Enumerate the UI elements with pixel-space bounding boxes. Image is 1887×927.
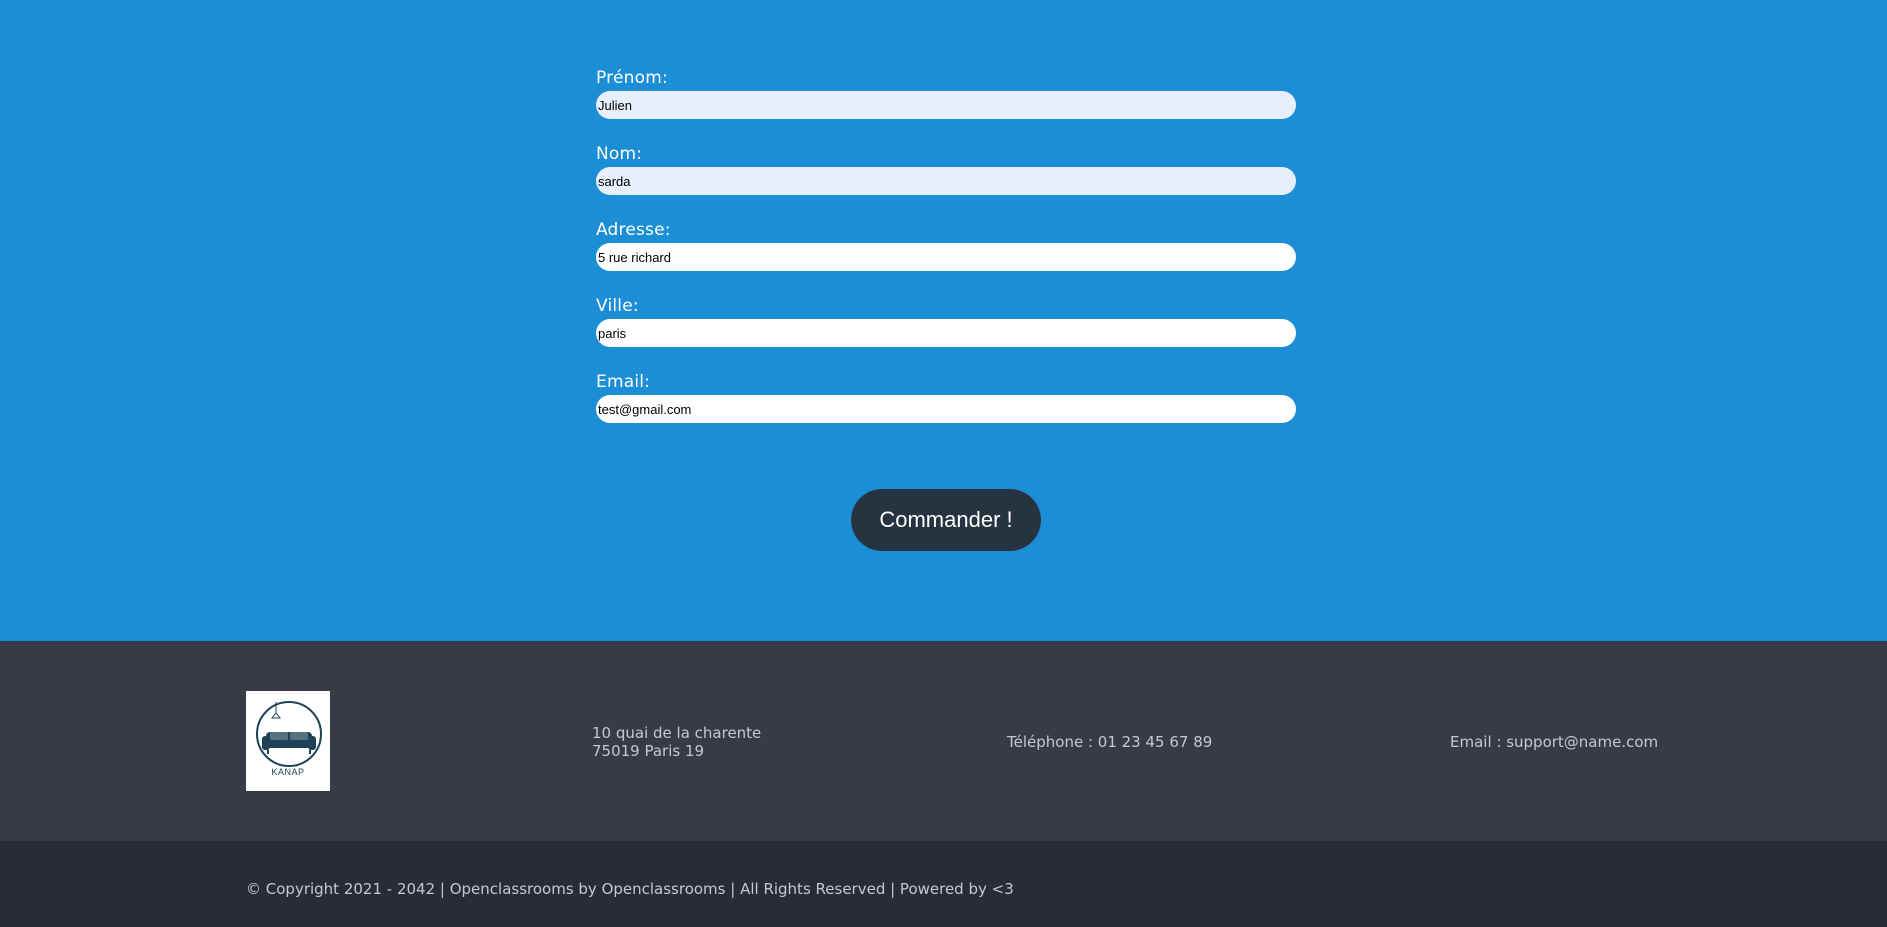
address-input[interactable] bbox=[596, 243, 1296, 271]
email-field: Email: bbox=[596, 372, 1296, 448]
last-name-label: Nom: bbox=[596, 144, 643, 164]
copyright-text: © Copyright 2021 - 2042 | Openclassrooms… bbox=[246, 880, 1014, 898]
footer-phone: Téléphone : 01 23 45 67 89 bbox=[1007, 733, 1213, 751]
kanap-logo: KANAP bbox=[246, 691, 330, 791]
address-label: Adresse: bbox=[596, 220, 671, 240]
logo-text: KANAP bbox=[271, 767, 305, 777]
sofa-lamp-icon bbox=[256, 701, 322, 767]
footer: KANAP 10 quai de la charente 75019 Paris… bbox=[0, 641, 1887, 841]
address-field: Adresse: bbox=[596, 220, 1296, 296]
footer-email: Email : support@name.com bbox=[1450, 733, 1659, 751]
address-line-2: 75019 Paris 19 bbox=[592, 742, 705, 760]
order-section: Prénom: Nom: Adresse: Ville: Email: Comm… bbox=[0, 0, 1887, 641]
email-input[interactable] bbox=[596, 395, 1296, 423]
first-name-label: Prénom: bbox=[596, 68, 668, 88]
last-name-input[interactable] bbox=[596, 167, 1296, 195]
footer-address: 10 quai de la charente 75019 Paris 19 bbox=[592, 724, 761, 760]
first-name-field: Prénom: bbox=[596, 68, 1296, 144]
footer-bottom: © Copyright 2021 - 2042 | Openclassrooms… bbox=[0, 841, 1887, 927]
city-field: Ville: bbox=[596, 296, 1296, 372]
order-form: Prénom: Nom: Adresse: Ville: Email: bbox=[596, 68, 1296, 448]
address-line-1: 10 quai de la charente bbox=[592, 724, 762, 742]
city-label: Ville: bbox=[596, 296, 639, 316]
last-name-field: Nom: bbox=[596, 144, 1296, 220]
first-name-input[interactable] bbox=[596, 91, 1296, 119]
city-input[interactable] bbox=[596, 319, 1296, 347]
email-label: Email: bbox=[596, 372, 651, 392]
order-button[interactable]: Commander ! bbox=[851, 489, 1041, 551]
